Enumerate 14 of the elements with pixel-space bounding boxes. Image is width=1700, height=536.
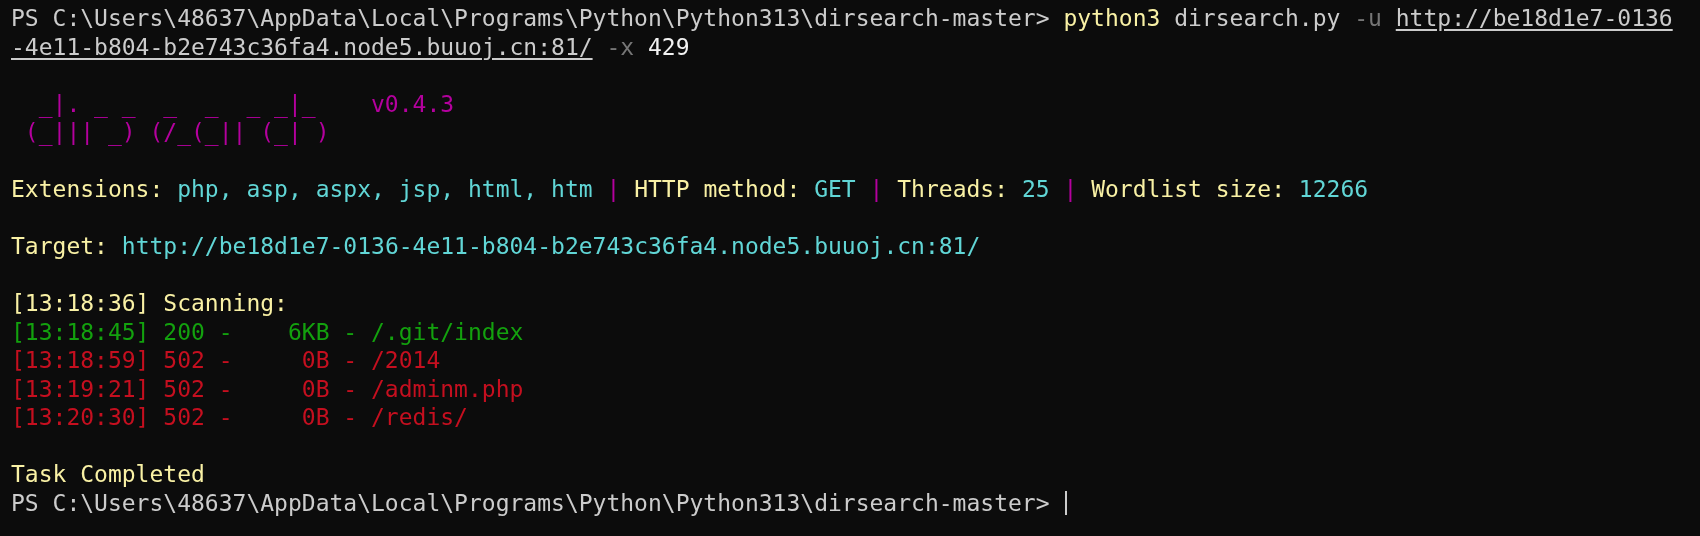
terminal-line: [13:20:30] 502 - 0B - /redis/ <box>11 403 468 432</box>
terminal-line: PS C:\Users\48637\AppData\Local\Programs\Python\Python313\dirsearch-master> python3 dirsearch.py -u http://be18d1e7-0136 <box>11 4 1673 33</box>
terminal-line: [13:18:59] 502 - 0B - /2014 <box>11 346 441 375</box>
terminal-line: [13:19:21] 502 - 0B - /adminm.php <box>11 374 524 403</box>
terminal-line: _|. _ _ _ _ _ _|_ v0.4.3 <box>37 89 455 118</box>
terminal-line: [13:18:45] 200 - 6KB - /.git/index <box>11 317 524 346</box>
terminal-line: Task Completed <box>11 460 205 489</box>
terminal-line: Extensions: php, asp, aspx, jsp, html, htm | HTTP method: GET | Threads: 25 | Wordlist size: 12266 <box>11 175 1369 204</box>
terminal-line: PS C:\Users\48637\AppData\Local\Programs\Python\Python313\dirsearch-master> <box>11 488 1051 517</box>
terminal-line: [13:18:36] Scanning: <box>11 289 288 318</box>
terminal-line: Target: http://be18d1e7-0136-4e11-b804-b2e743c36fa4.node5.buuoj.cn:81/ <box>11 232 981 261</box>
terminal-line: (_||| _) (/_(_|| (_| ) <box>23 118 330 147</box>
terminal-line: -4e11-b804-b2e743c36fa4.node5.buuoj.cn:81/ -x 429 <box>11 32 690 61</box>
text-cursor <box>1065 490 1068 515</box>
